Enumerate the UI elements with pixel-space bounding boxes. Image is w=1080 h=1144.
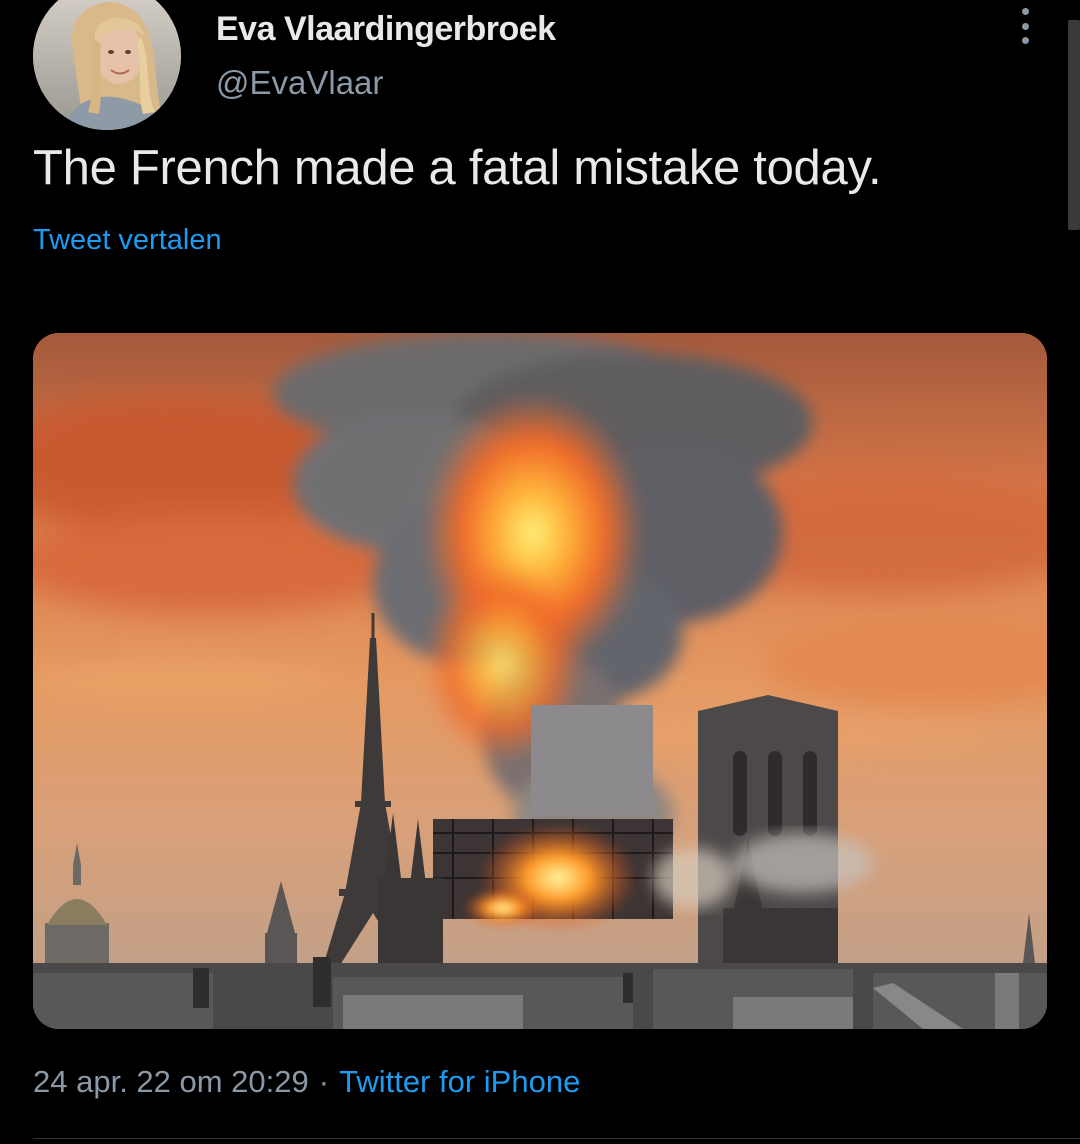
translate-tweet-link[interactable]: Tweet vertalen — [33, 224, 222, 257]
more-dot — [1021, 22, 1029, 30]
tweet-timestamp[interactable]: 24 apr. 22 om 20:29 — [33, 1064, 309, 1099]
author-display-name[interactable]: Eva Vlaardingerbroek — [216, 10, 556, 49]
scrollbar[interactable] — [1068, 20, 1080, 230]
tweet-meta: 24 apr. 22 om 20:29 · Twitter for iPhone — [33, 1064, 580, 1100]
divider — [33, 1138, 1080, 1139]
tweet-media-photo[interactable] — [33, 333, 1047, 1029]
tweet-text: The French made a fatal mistake today. — [33, 141, 882, 195]
author-handle[interactable]: @EvaVlaar — [216, 64, 383, 102]
meta-separator: · — [318, 1064, 330, 1099]
more-dot — [1021, 37, 1029, 44]
more-vertical-icon[interactable] — [1008, 4, 1042, 48]
avatar[interactable] — [33, 0, 181, 130]
more-dot — [1021, 8, 1029, 15]
tweet-source-link[interactable]: Twitter for iPhone — [339, 1064, 580, 1099]
